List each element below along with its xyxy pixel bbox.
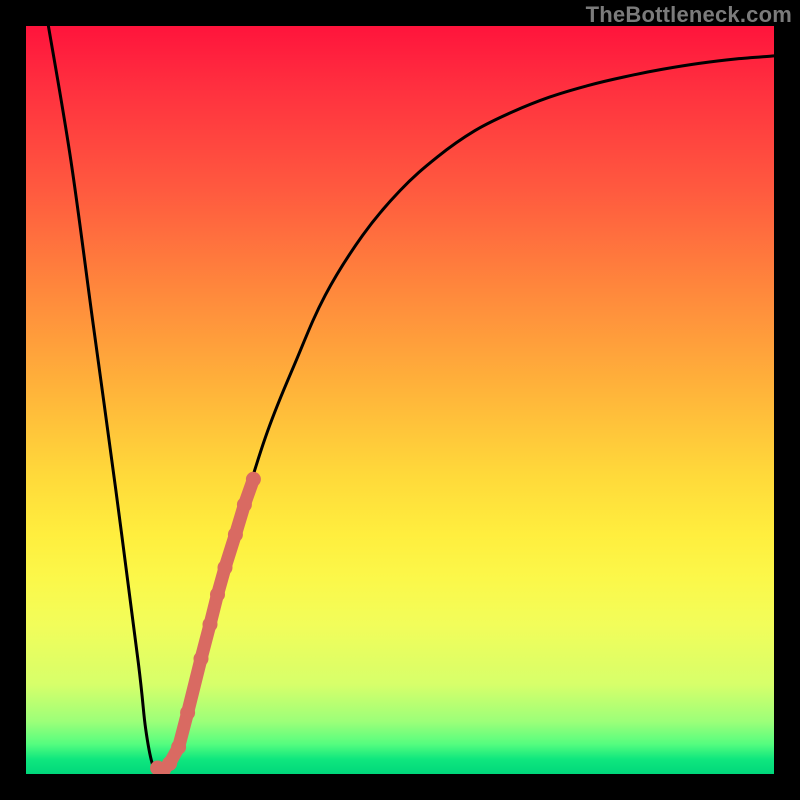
chart-stage: TheBottleneck.com bbox=[0, 0, 800, 800]
frame-left bbox=[0, 0, 26, 800]
frame-right bbox=[774, 0, 800, 800]
frame-bottom bbox=[0, 774, 800, 800]
plot-gradient-area bbox=[26, 26, 774, 774]
watermark-text: TheBottleneck.com bbox=[586, 2, 792, 28]
